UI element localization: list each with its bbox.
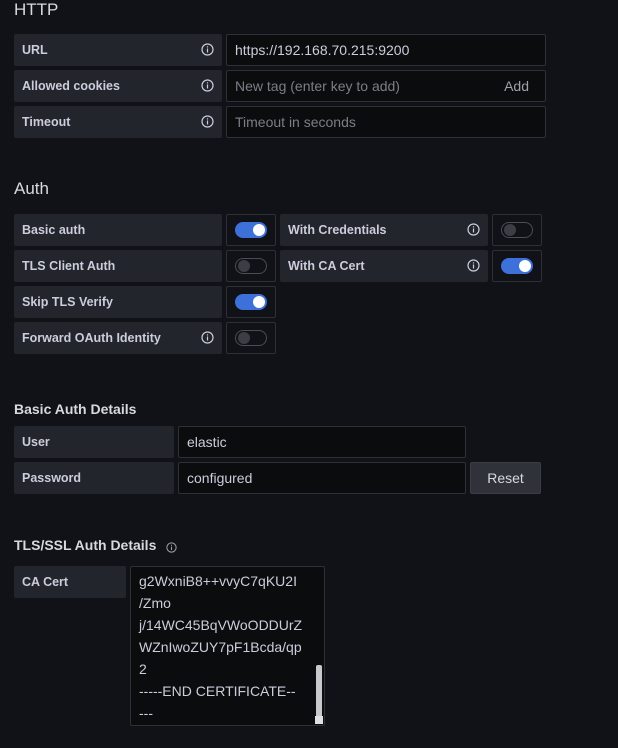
reset-button-label: Reset bbox=[487, 470, 524, 486]
allowed-cookies-input[interactable]: New tag (enter key to add) Add bbox=[226, 70, 546, 102]
password-label-text: Password bbox=[22, 471, 82, 485]
ca-cert-line: -----END CERTIFICATE-- bbox=[139, 683, 296, 699]
allowed-cookies-label: Allowed cookies bbox=[14, 70, 222, 102]
with-ca-cert-toggle[interactable] bbox=[501, 258, 533, 274]
with-credentials-label: With Credentials bbox=[280, 214, 488, 246]
info-icon[interactable] bbox=[201, 79, 214, 92]
tls-ssl-details-heading: TLS/SSL Auth Details bbox=[14, 537, 178, 553]
basic-auth-toggle[interactable] bbox=[235, 222, 267, 238]
with-ca-cert-label-text: With CA Cert bbox=[288, 259, 365, 273]
ca-cert-textarea[interactable]: g2WxniB8++vvyC7qKU2I /Zmo j/14WC45BqVWoO… bbox=[130, 566, 325, 726]
ca-cert-line: j/14WC45BqVWoODDUrZ bbox=[139, 617, 303, 633]
forward-oauth-toggle-box bbox=[226, 322, 276, 354]
skip-tls-verify-toggle[interactable] bbox=[235, 294, 267, 310]
toggle-knob bbox=[253, 224, 265, 236]
allowed-cookies-label-text: Allowed cookies bbox=[22, 79, 120, 93]
password-input-value: configured bbox=[187, 470, 253, 486]
toggle-knob bbox=[238, 332, 250, 344]
info-icon[interactable] bbox=[201, 331, 214, 344]
reset-button[interactable]: Reset bbox=[470, 462, 541, 494]
with-credentials-toggle-box bbox=[492, 214, 542, 246]
timeout-label-text: Timeout bbox=[22, 115, 71, 129]
basic-auth-toggle-box bbox=[226, 214, 276, 246]
ca-cert-label: CA Cert bbox=[14, 566, 126, 598]
skip-tls-verify-toggle-box bbox=[226, 286, 276, 318]
timeout-placeholder: Timeout in seconds bbox=[235, 114, 356, 130]
url-input[interactable]: https://192.168.70.215:9200 bbox=[226, 34, 546, 66]
ca-cert-line: WZnIwoZUY7pF1Bcda/qp bbox=[139, 639, 302, 655]
with-ca-cert-toggle-box bbox=[492, 250, 542, 282]
tls-client-auth-toggle[interactable] bbox=[235, 258, 267, 274]
password-label: Password bbox=[14, 462, 174, 494]
forward-oauth-label: Forward OAuth Identity bbox=[14, 322, 222, 354]
skip-tls-verify-label: Skip TLS Verify bbox=[14, 286, 222, 318]
info-icon[interactable] bbox=[201, 43, 214, 56]
info-icon[interactable] bbox=[166, 540, 178, 553]
forward-oauth-toggle[interactable] bbox=[235, 330, 267, 346]
user-input-value: elastic bbox=[187, 434, 227, 450]
info-icon[interactable] bbox=[467, 259, 480, 272]
timeout-input[interactable]: Timeout in seconds bbox=[226, 106, 546, 138]
http-heading: HTTP bbox=[14, 0, 59, 19]
toggle-knob bbox=[519, 260, 531, 272]
resize-handle-icon[interactable] bbox=[315, 716, 323, 724]
with-ca-cert-label: With CA Cert bbox=[280, 250, 488, 282]
ca-cert-line: --- bbox=[139, 705, 153, 721]
toggle-knob bbox=[504, 224, 516, 236]
tls-ssl-details-heading-text: TLS/SSL Auth Details bbox=[14, 537, 157, 553]
allowed-cookies-placeholder: New tag (enter key to add) bbox=[235, 78, 400, 94]
basic-auth-label-text: Basic auth bbox=[22, 223, 86, 237]
url-input-value: https://192.168.70.215:9200 bbox=[235, 42, 410, 58]
tls-client-auth-label: TLS Client Auth bbox=[14, 250, 222, 282]
tls-client-auth-label-text: TLS Client Auth bbox=[22, 259, 116, 273]
ca-cert-line: 2 bbox=[139, 661, 147, 677]
timeout-label: Timeout bbox=[14, 106, 222, 138]
auth-heading: Auth bbox=[14, 179, 49, 198]
info-icon[interactable] bbox=[467, 223, 480, 236]
url-label: URL bbox=[14, 34, 222, 66]
ca-cert-line: /Zmo bbox=[139, 595, 171, 611]
ca-cert-label-text: CA Cert bbox=[22, 575, 69, 589]
password-input[interactable]: configured bbox=[178, 462, 466, 494]
toggle-knob bbox=[253, 296, 265, 308]
textarea-scrollbar[interactable] bbox=[316, 665, 322, 717]
with-credentials-toggle[interactable] bbox=[501, 222, 533, 238]
url-label-text: URL bbox=[22, 43, 48, 57]
toggle-knob bbox=[238, 260, 250, 272]
user-label-text: User bbox=[22, 435, 50, 449]
forward-oauth-label-text: Forward OAuth Identity bbox=[22, 331, 161, 345]
with-credentials-label-text: With Credentials bbox=[288, 223, 387, 237]
info-icon[interactable] bbox=[201, 115, 214, 128]
basic-auth-details-heading: Basic Auth Details bbox=[14, 401, 137, 417]
tls-client-auth-toggle-box bbox=[226, 250, 276, 282]
user-label: User bbox=[14, 426, 174, 458]
add-cookie-button[interactable]: Add bbox=[504, 78, 529, 94]
skip-tls-verify-label-text: Skip TLS Verify bbox=[22, 295, 114, 309]
basic-auth-label: Basic auth bbox=[14, 214, 222, 246]
ca-cert-line: g2WxniB8++vvyC7qKU2I bbox=[139, 573, 297, 589]
user-input[interactable]: elastic bbox=[178, 426, 466, 458]
